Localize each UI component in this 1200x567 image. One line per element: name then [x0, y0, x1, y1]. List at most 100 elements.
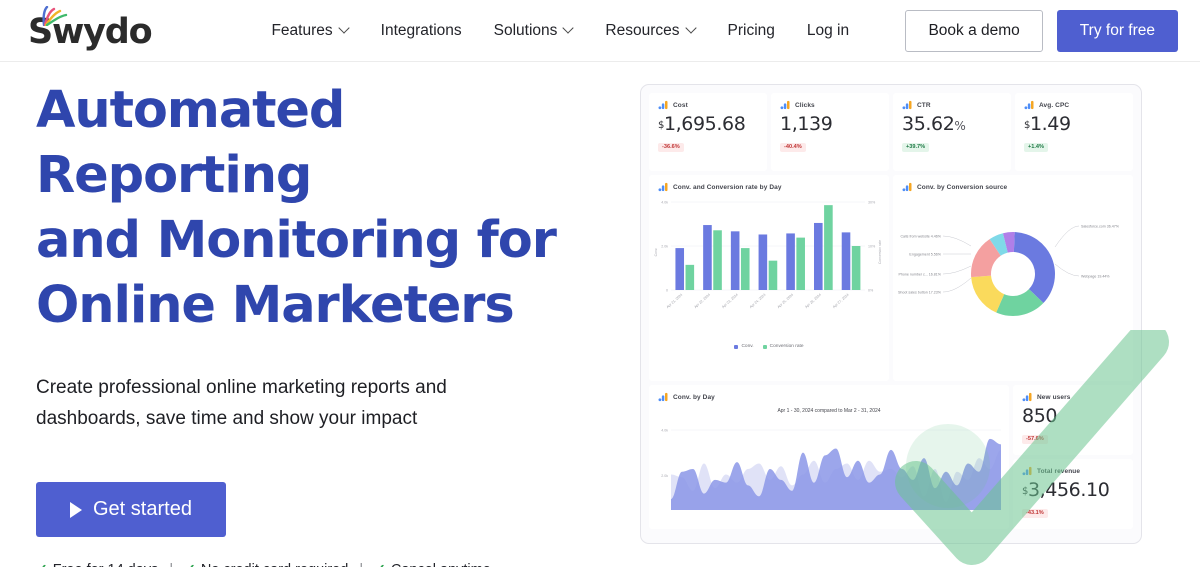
- main-nav: Features Integrations Solutions Resource…: [255, 16, 865, 46]
- kpi-number: 35.62: [902, 113, 955, 135]
- area-chart-svg: 4.0k 2.0k: [661, 429, 1001, 510]
- kpi-value: 35.62%: [893, 110, 1011, 135]
- hero-subtitle: Create professional online marketing rep…: [36, 377, 447, 429]
- legend-swatch: [734, 344, 739, 349]
- svg-text:Apr 23, 2024: Apr 23, 2024: [721, 293, 739, 309]
- stat-delta-badge: -43.1%: [1022, 508, 1048, 518]
- kpi-delta-badge: +1.4%: [1024, 142, 1049, 152]
- area-chart-card: Conv. by Day Apr 1 - 30, 2024 compared t…: [649, 385, 1009, 529]
- svg-text:Calls from website 4.46%: Calls from website 4.46%: [900, 234, 941, 238]
- perk-label: No credit card required: [201, 562, 349, 567]
- nav-label: Resources: [605, 21, 680, 39]
- svg-text:Salesforce.com 36.47%: Salesforce.com 36.47%: [1081, 224, 1120, 228]
- nav-item-login[interactable]: Log in: [791, 16, 865, 46]
- kpi-title: CTR: [917, 101, 931, 109]
- legend-item: Conv.: [734, 344, 754, 349]
- kpi-title: Clicks: [795, 101, 815, 109]
- svg-text:Apr 26, 2024: Apr 26, 2024: [804, 293, 822, 309]
- google-analytics-icon: [658, 100, 668, 110]
- stat-number: 3,456.10: [1027, 479, 1110, 501]
- svg-text:Apr 21, 2024: Apr 21, 2024: [666, 293, 684, 309]
- kpi-suffix: %: [954, 119, 966, 133]
- nav-label: Integrations: [380, 21, 462, 39]
- kpi-number: 1,139: [780, 113, 833, 135]
- nav-label: Features: [271, 21, 333, 39]
- legend-label: Conv.: [741, 344, 754, 349]
- google-analytics-icon: [658, 392, 668, 402]
- kpi-card-clicks: Clicks 1,139 -40.4%: [771, 93, 889, 171]
- stat-header: New users: [1013, 385, 1133, 402]
- svg-text:2.0k: 2.0k: [661, 474, 668, 478]
- google-analytics-icon: [1022, 466, 1032, 476]
- hero-title-line-1: Automated Reporting: [36, 81, 345, 205]
- kpi-value: $1.49: [1015, 110, 1133, 135]
- kpi-header: Avg. CPC: [1015, 93, 1133, 110]
- kpi-card-cost: Cost $1,695.68 -36.6%: [649, 93, 767, 171]
- svg-text:Apr 22, 2024: Apr 22, 2024: [693, 293, 711, 309]
- kpi-header: Cost: [649, 93, 767, 110]
- kpi-delta-badge: -36.6%: [658, 142, 684, 152]
- legend-swatch: [762, 344, 767, 349]
- bar-chart-svg: 0 0% 2.0k 10% 4.0k 30% Conv. Conversion rate Apr…: [654, 201, 882, 310]
- svg-text:30%: 30%: [868, 201, 876, 205]
- stat-header: Total revenue: [1013, 459, 1133, 476]
- check-icon: ✓: [184, 561, 196, 567]
- chart-title: Conv. by Conversion source: [917, 183, 1008, 191]
- nav-label: Log in: [806, 21, 850, 39]
- svg-text:Engagement 5.56%: Engagement 5.56%: [909, 252, 941, 256]
- donut-chart-svg: Salesforce.com 36.47% Webpage 19.44% Shoot…: [898, 224, 1120, 316]
- chevron-down-icon: [687, 24, 696, 33]
- kpi-header: Clicks: [771, 93, 889, 110]
- perk-item: ✓ Cancel anytime: [374, 561, 491, 567]
- svg-text:10%: 10%: [868, 245, 876, 249]
- svg-text:Phone number c... 16.81%: Phone number c... 16.81%: [898, 272, 941, 276]
- perk-separator: |: [169, 562, 173, 567]
- grouped-bar-chart: 0 0% 2.0k 10% 4.0k 30% Conv. Conversion rate Apr…: [649, 192, 889, 342]
- google-analytics-icon: [902, 100, 912, 110]
- nav-item-pricing[interactable]: Pricing: [712, 16, 791, 46]
- bar-chart-card: Conv. and Conversion rate by Day 0 0% 2.0k…: [649, 175, 889, 381]
- stat-card-total-revenue: Total revenue $3,456.10 -43.1%: [1013, 459, 1133, 529]
- stat-number: 850: [1022, 405, 1058, 427]
- try-for-free-button[interactable]: Try for free: [1056, 9, 1178, 52]
- kpi-card-ctr: CTR 35.62% +39.7%: [893, 93, 1011, 171]
- page-title: Automated Reporting and Monitoring for O…: [36, 78, 616, 338]
- nav-item-resources[interactable]: Resources: [589, 16, 711, 46]
- nav-item-features[interactable]: Features: [255, 16, 364, 46]
- stat-value: $3,456.10: [1013, 476, 1133, 501]
- kpi-number: 1,695.68: [663, 113, 746, 135]
- logo[interactable]: Swydo: [28, 6, 153, 50]
- chevron-down-icon: [340, 24, 349, 33]
- nav-item-solutions[interactable]: Solutions: [478, 16, 590, 46]
- chart-header: Conv. by Day: [649, 385, 1009, 402]
- google-analytics-icon: [658, 182, 668, 192]
- hero-title-line-2: and Monitoring for: [36, 211, 557, 270]
- nav-label: Solutions: [493, 21, 558, 39]
- chart-subtitle: Apr 1 - 30, 2024 compared to Mar 2 - 31,…: [777, 408, 881, 414]
- nav-item-integrations[interactable]: Integrations: [365, 16, 478, 46]
- hero-content: Automated Reporting and Monitoring for O…: [36, 78, 616, 567]
- kpi-delta-badge: +39.7%: [902, 142, 930, 152]
- landing-page: Swydo Features Integrations Solutions Re…: [0, 0, 1200, 567]
- google-analytics-icon: [1024, 100, 1034, 110]
- dashboard-preview: Cost $1,695.68 -36.6% Clicks 1,139 -40.4…: [640, 84, 1142, 544]
- svg-text:4.0k: 4.0k: [661, 201, 668, 205]
- stat-delta-badge: -57.6%: [1022, 434, 1048, 444]
- svg-text:2.0k: 2.0k: [661, 245, 668, 249]
- svg-text:Apr 24, 2024: Apr 24, 2024: [749, 293, 767, 309]
- chart-header: Conv. by Conversion source: [893, 175, 1133, 192]
- kpi-card-avg-cpc: Avg. CPC $1.49 +1.4%: [1015, 93, 1133, 171]
- hero-title-line-3: Online Marketers: [36, 276, 515, 335]
- perks-list: ✓ Free for 14 days | ✓ No credit card re…: [36, 561, 616, 567]
- check-icon: ✓: [36, 561, 48, 567]
- svg-text:0%: 0%: [868, 289, 874, 293]
- kpi-number: 1.49: [1029, 113, 1071, 135]
- book-demo-button[interactable]: Book a demo: [905, 9, 1043, 52]
- stat-title: Total revenue: [1037, 467, 1081, 475]
- svg-text:0: 0: [666, 289, 668, 293]
- donut-chart-card: Conv. by Conversion source Salesforce.co…: [893, 175, 1133, 381]
- kpi-header: CTR: [893, 93, 1011, 110]
- nav-label: Pricing: [727, 21, 775, 39]
- get-started-button[interactable]: Get started: [36, 482, 226, 537]
- check-icon: ✓: [374, 561, 386, 567]
